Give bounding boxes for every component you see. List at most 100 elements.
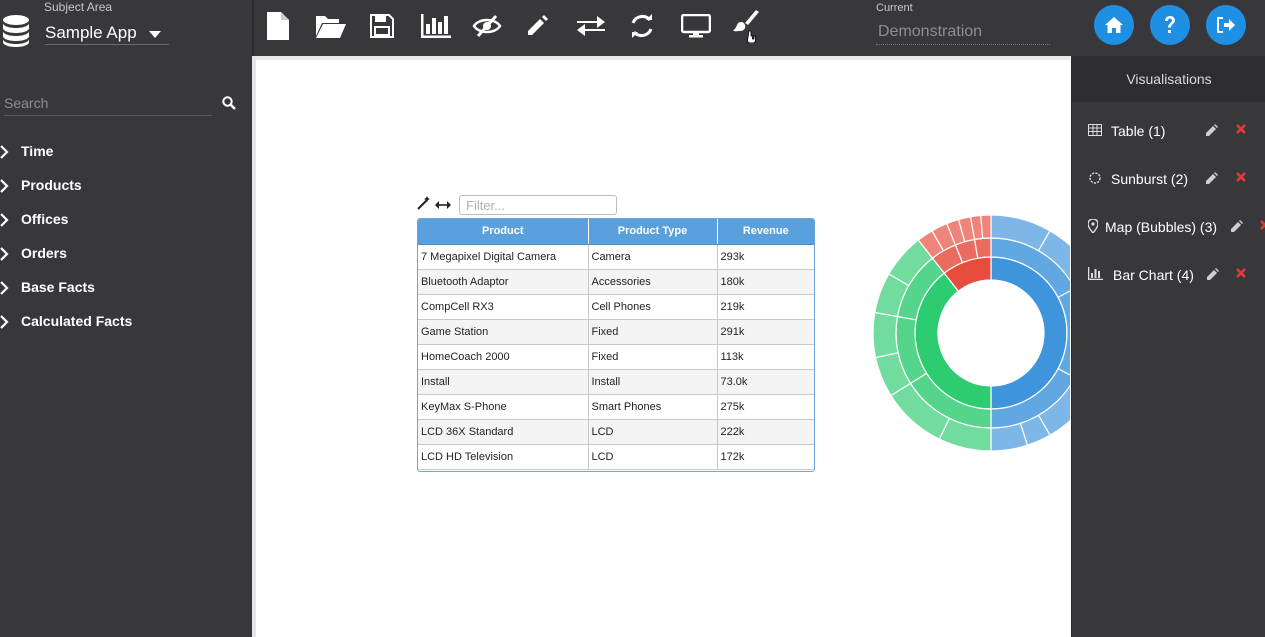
database-icon bbox=[2, 15, 30, 52]
column-header-product[interactable]: Product bbox=[418, 219, 589, 245]
tree-item-calculated-facts[interactable]: Calculated Facts bbox=[0, 304, 252, 338]
delete-icon[interactable] bbox=[1235, 123, 1247, 135]
open-report-button[interactable] bbox=[313, 9, 349, 43]
swap-button[interactable] bbox=[573, 9, 609, 43]
paintbrush-icon bbox=[733, 10, 759, 43]
cell-product: Bluetooth Adaptor bbox=[418, 269, 589, 295]
visualisations-panel: Visualisations Table (1) Sunburst (2) Ma… bbox=[1071, 56, 1265, 637]
vis-item-map-bubbles[interactable]: Map (Bubbles) (3) bbox=[1072, 212, 1265, 242]
canvas-top-edge bbox=[256, 56, 1070, 60]
delete-icon[interactable] bbox=[1235, 171, 1247, 183]
chevron-right-icon bbox=[0, 145, 9, 159]
cell-revenue: 275k bbox=[717, 394, 814, 420]
search-input[interactable] bbox=[4, 92, 212, 114]
chart-button[interactable] bbox=[418, 9, 454, 43]
help-button[interactable] bbox=[1150, 5, 1190, 45]
open-folder-icon bbox=[316, 16, 346, 38]
tree-item-offices[interactable]: Offices bbox=[0, 202, 252, 236]
table-filter-input[interactable] bbox=[459, 195, 617, 215]
chevron-right-icon bbox=[0, 179, 9, 193]
cell-product-type: Cell Phones bbox=[588, 294, 718, 320]
tree-item-label: Base Facts bbox=[21, 279, 95, 295]
refresh-icon bbox=[631, 14, 653, 38]
cell-revenue: 113k bbox=[717, 344, 814, 370]
cell-product: Install bbox=[418, 369, 589, 395]
home-button[interactable] bbox=[1094, 5, 1134, 45]
table-row: LCD HD Television LCD 172k bbox=[418, 444, 814, 470]
table-row: Game Station Fixed 291k bbox=[418, 319, 814, 345]
present-button[interactable] bbox=[678, 9, 714, 43]
chevron-right-icon bbox=[0, 315, 9, 329]
tree-item-time[interactable]: Time bbox=[0, 134, 252, 168]
sunburst-segment[interactable] bbox=[872, 311, 899, 359]
help-icon bbox=[1165, 16, 1175, 33]
toggle-visibility-button[interactable] bbox=[469, 9, 505, 43]
cell-revenue: 73.0k bbox=[717, 369, 814, 395]
bar-chart-icon bbox=[421, 14, 451, 38]
search-icon[interactable] bbox=[222, 96, 236, 115]
vis-item-bar-chart[interactable]: Bar Chart (4) bbox=[1072, 260, 1265, 290]
refresh-button[interactable] bbox=[624, 9, 660, 43]
subject-area-sidebar: Time Products Offices Orders Base Facts … bbox=[0, 56, 252, 637]
cell-product-type: LCD bbox=[588, 444, 718, 470]
cell-revenue: 172k bbox=[717, 444, 814, 470]
tree-item-label: Offices bbox=[21, 211, 69, 227]
tree-item-label: Orders bbox=[21, 245, 67, 261]
pencil-icon[interactable] bbox=[1205, 124, 1218, 137]
table-row: Install Install 73.0k bbox=[418, 369, 814, 395]
column-header-revenue[interactable]: Revenue bbox=[717, 219, 814, 245]
swap-icon bbox=[577, 16, 605, 36]
new-file-icon bbox=[267, 12, 289, 40]
toolbar-divider bbox=[252, 0, 254, 56]
cell-product-type: LCD bbox=[588, 419, 718, 445]
report-canvas: Product Product Type Revenue 7 Megapixel… bbox=[256, 56, 1070, 637]
edit-button[interactable] bbox=[519, 9, 555, 43]
magic-wand-icon[interactable] bbox=[417, 196, 431, 215]
cell-product: LCD HD Television bbox=[418, 444, 589, 470]
tree-item-label: Calculated Facts bbox=[21, 313, 133, 329]
delete-icon[interactable] bbox=[1235, 267, 1247, 279]
delete-icon[interactable] bbox=[1259, 219, 1265, 231]
chevron-right-icon bbox=[0, 213, 9, 227]
table-row: 7 Megapixel Digital Camera Camera 293k bbox=[418, 244, 814, 270]
chevron-right-icon bbox=[0, 247, 9, 261]
vis-item-sunburst[interactable]: Sunburst (2) bbox=[1072, 164, 1265, 194]
subject-area-select[interactable]: Sample App bbox=[45, 21, 169, 45]
cell-product-type: Install bbox=[588, 369, 718, 395]
sunburst-segment[interactable] bbox=[973, 237, 992, 259]
tree-item-products[interactable]: Products bbox=[0, 168, 252, 202]
logout-button[interactable] bbox=[1206, 5, 1246, 45]
bar-chart-icon bbox=[1088, 267, 1103, 280]
resize-width-icon[interactable] bbox=[435, 197, 451, 215]
sunburst-icon bbox=[1089, 172, 1101, 184]
table-icon bbox=[1088, 124, 1102, 136]
theme-button[interactable] bbox=[729, 9, 765, 43]
new-report-button[interactable] bbox=[260, 9, 296, 43]
pencil-icon[interactable] bbox=[1206, 268, 1219, 281]
cell-product-type: Accessories bbox=[588, 269, 718, 295]
tree-item-orders[interactable]: Orders bbox=[0, 236, 252, 270]
column-header-product-type[interactable]: Product Type bbox=[588, 219, 718, 245]
current-caption: Current bbox=[876, 2, 913, 14]
chevron-right-icon bbox=[0, 281, 9, 295]
table-row: KeyMax S-Phone Smart Phones 275k bbox=[418, 394, 814, 420]
pencil-icon[interactable] bbox=[1205, 172, 1218, 185]
save-button[interactable] bbox=[364, 9, 400, 43]
pencil-icon[interactable] bbox=[1230, 220, 1243, 233]
cell-product: LCD 36X Standard bbox=[418, 419, 589, 445]
vis-item-table[interactable]: Table (1) bbox=[1072, 116, 1265, 146]
cell-product: CompCell RX3 bbox=[418, 294, 589, 320]
current-report-field[interactable] bbox=[876, 19, 1050, 45]
sunburst-chart[interactable] bbox=[866, 210, 1070, 455]
table-row: Bluetooth Adaptor Accessories 180k bbox=[418, 269, 814, 295]
cell-product-type: Fixed bbox=[588, 319, 718, 345]
cell-revenue: 293k bbox=[717, 244, 814, 270]
cell-product: 7 Megapixel Digital Camera bbox=[418, 244, 589, 270]
sunburst-segment[interactable] bbox=[990, 422, 1029, 452]
sunburst-segment[interactable] bbox=[980, 214, 992, 240]
logout-icon bbox=[1217, 17, 1235, 33]
cell-revenue: 222k bbox=[717, 419, 814, 445]
vis-item-label: Sunburst (2) bbox=[1111, 171, 1189, 187]
tree-item-base-facts[interactable]: Base Facts bbox=[0, 270, 252, 304]
search-box bbox=[4, 92, 212, 116]
